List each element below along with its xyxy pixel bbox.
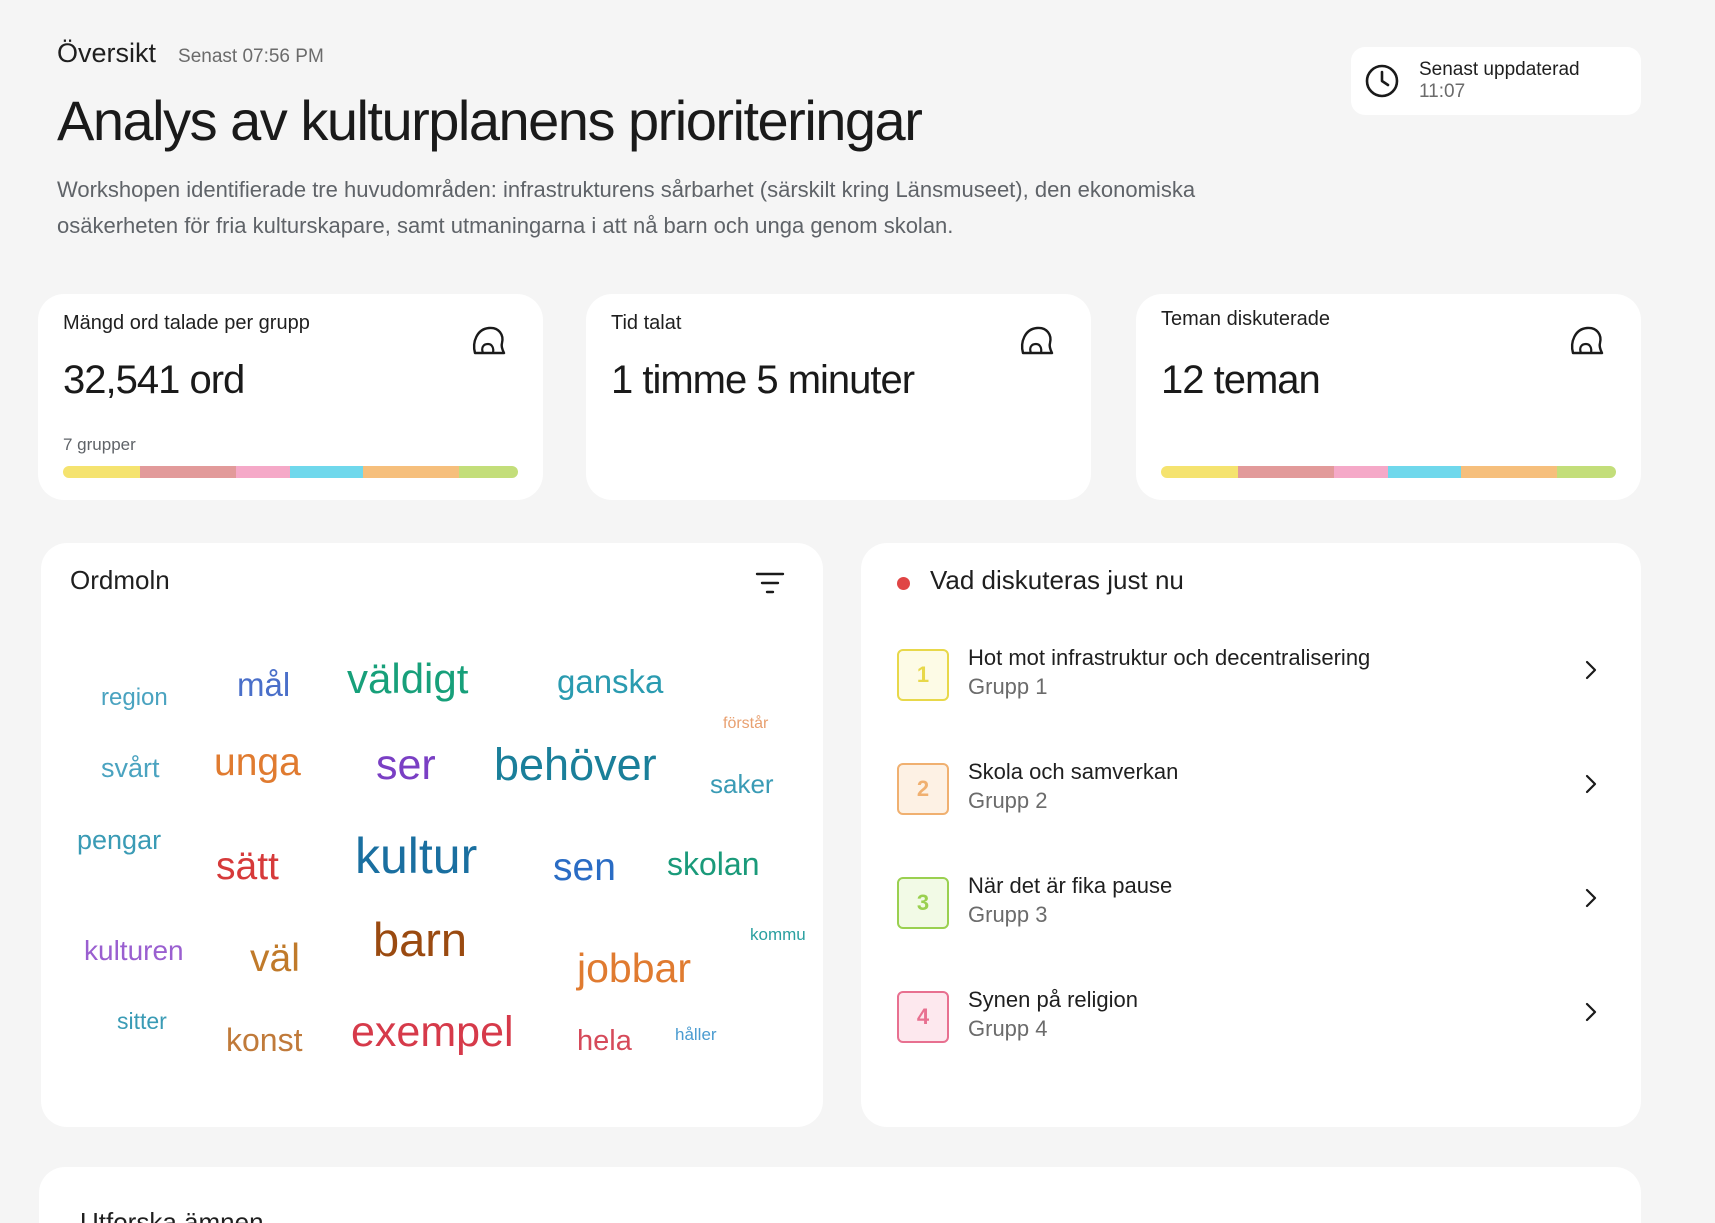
filter-icon[interactable] [755,571,785,595]
live-indicator-icon [897,577,910,590]
topic-title: Skola och samverkan [968,759,1179,784]
group-bar-segment [363,466,459,478]
updated-card: Senast uppdaterad 11:07 [1351,47,1641,115]
cloud-word[interactable]: väl [250,939,300,978]
group-bar-segment [290,466,364,478]
topic-row[interactable]: 2 Skola och samverkan Grupp 2 [897,759,1602,829]
topic-row[interactable]: 4 Synen på religion Grupp 4 [897,987,1602,1057]
topic-row[interactable]: 3 När det är fika pause Grupp 3 [897,873,1602,943]
cloud-word[interactable]: ganska [557,665,663,698]
cloud-word[interactable]: ser [376,744,436,787]
cloud-word[interactable]: exempel [351,1011,514,1054]
topic-group: Grupp 4 [968,1016,1048,1041]
updated-time: 11:07 [1419,81,1466,102]
topic-number-badge: 2 [897,763,949,815]
stat-value: 32,541 ord [63,358,245,402]
topic-row[interactable]: 1 Hot mot infrastruktur och decentralise… [897,645,1602,715]
group-bar-segment [235,466,291,478]
cloud-word[interactable]: jobbar [577,948,691,989]
stat-value: 12 teman [1161,358,1321,402]
dashboard: Översikt Senast 07:56 PM Analys av kultu… [0,0,1715,1223]
stat-label: Teman diskuterade [1161,308,1330,330]
last-updated-time: Senast 07:56 PM [178,46,324,67]
cloud-word[interactable]: kommu [750,926,806,943]
stat-label: Mängd ord talade per grupp [63,312,310,334]
explore-topics-card: Utforska ämnen [39,1167,1641,1223]
cloud-word[interactable]: kultur [355,831,477,881]
stat-label: Tid talat [611,312,682,334]
head-icon [473,326,506,355]
cloud-word[interactable]: håller [675,1026,717,1043]
group-bar-segment [1161,466,1239,478]
topic-title: När det är fika pause [968,873,1173,898]
topic-group: Grupp 3 [968,902,1048,927]
topic-number-badge: 1 [897,649,949,701]
head-icon [1021,326,1054,355]
topic-title: Synen på religion [968,987,1139,1012]
word-cloud-card: Ordmoln region mål väldigt ganska förstå… [41,543,823,1127]
page-title: Analys av kulturplanens prioriteringar [57,89,923,152]
cloud-word[interactable]: mål [237,668,290,701]
group-bar-segment [1238,466,1334,478]
chevron-right-icon [1585,774,1597,794]
cloud-word[interactable]: behöver [494,742,657,787]
header-meta: Översikt Senast 07:56 PM [57,38,324,69]
group-bar-segment [1388,466,1462,478]
topic-title: Hot mot infrastruktur och decentraliseri… [968,645,1371,670]
discussing-title: Vad diskuteras just nu [930,565,1184,595]
cloud-word[interactable]: unga [214,743,301,782]
cloud-word[interactable]: sen [553,848,616,887]
group-bar-segment [1461,466,1557,478]
topic-group: Grupp 1 [968,674,1048,699]
section-title: Översikt [57,38,157,68]
group-bar-segment [1556,466,1616,478]
cloud-word[interactable]: skolan [667,848,760,880]
cloud-word[interactable]: kulturen [84,937,184,965]
updated-label: Senast uppdaterad [1419,59,1580,80]
group-bar-segment [140,466,236,478]
stat-card-time[interactable]: Tid talat 1 timme 5 minuter [586,294,1091,500]
group-bar-segment [1333,466,1389,478]
stat-card-words[interactable]: Mängd ord talade per grupp 32,541 ord 7 … [38,294,543,500]
cloud-word[interactable]: svårt [101,755,160,782]
stat-card-themes[interactable]: Teman diskuterade 12 teman [1136,294,1641,500]
topic-number-badge: 3 [897,877,949,929]
stat-value: 1 timme 5 minuter [611,358,915,402]
head-icon [1571,326,1604,355]
group-bar-segment [458,466,518,478]
cloud-word[interactable]: hela [577,1027,632,1056]
group-distribution-bar [1161,466,1616,478]
chevron-right-icon [1585,888,1597,908]
cloud-word[interactable]: barn [373,916,467,963]
group-bar-segment [63,466,141,478]
cloud-word[interactable]: pengar [77,827,161,854]
cloud-word[interactable]: väldigt [347,658,468,700]
chevron-right-icon [1585,660,1597,680]
cloud-word[interactable]: sätt [216,847,279,886]
cloud-word[interactable]: saker [710,771,774,797]
clock-icon [1365,64,1399,98]
cloud-word[interactable]: förstår [723,716,768,732]
topic-number-badge: 4 [897,991,949,1043]
discussing-now-card: Vad diskuteras just nu 1 Hot mot infrast… [861,543,1641,1127]
explore-title: Utforska ämnen [80,1207,264,1223]
cloud-word[interactable]: konst [226,1024,302,1056]
cloud-word[interactable]: region [101,686,168,710]
chevron-right-icon [1585,1002,1597,1022]
page-description: Workshopen identifierade tre huvudområde… [57,177,1196,238]
cloud-word[interactable]: sitter [117,1010,167,1033]
stat-sub-label: 7 grupper [63,435,136,454]
topic-group: Grupp 2 [968,788,1048,813]
word-cloud-title: Ordmoln [70,565,170,595]
group-distribution-bar [63,466,518,478]
